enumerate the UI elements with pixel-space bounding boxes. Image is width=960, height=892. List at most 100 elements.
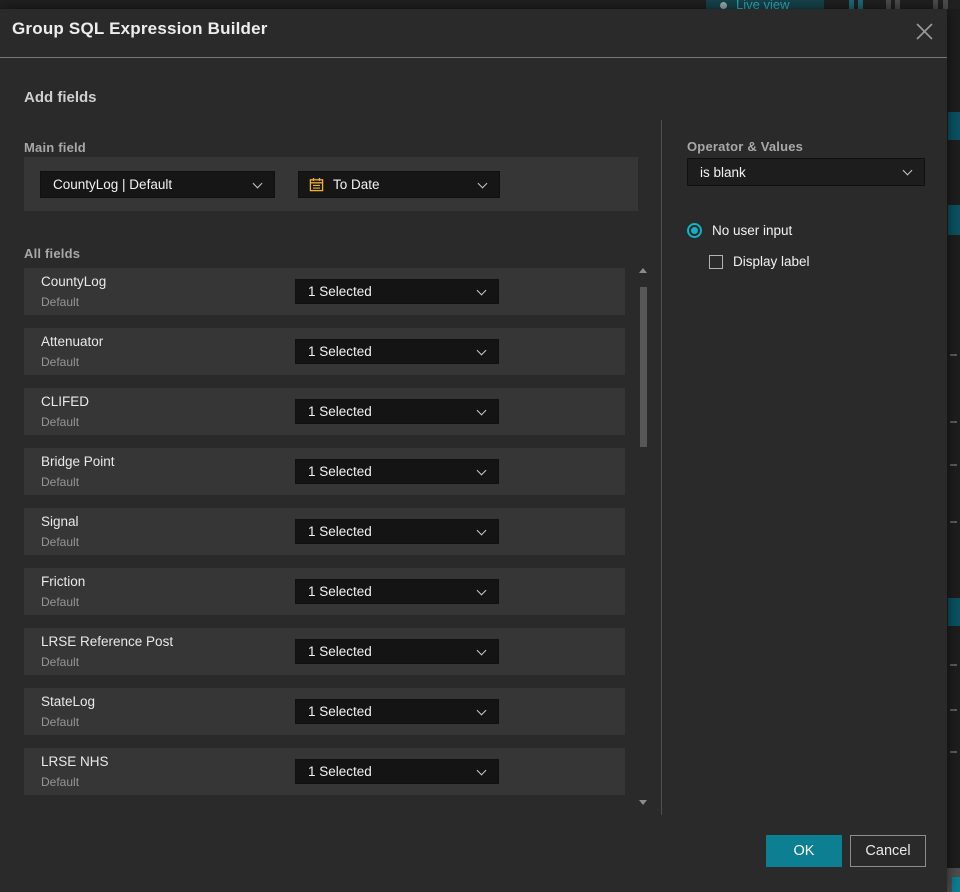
field-values-dropdown[interactable]: 1 Selected: [295, 459, 499, 484]
chevron-down-icon: [476, 705, 487, 715]
main-field-container: CountyLog | Default To Date: [24, 157, 638, 211]
field-row-bridge-point: Bridge Point Default 1 Selected: [24, 448, 625, 495]
live-view-dot-icon: [720, 2, 727, 9]
chevron-down-icon: [476, 645, 487, 655]
field-row-lrse-reference-post: LRSE Reference Post Default 1 Selected: [24, 628, 625, 675]
field-name: Attenuator: [41, 334, 104, 349]
field-values-dropdown[interactable]: 1 Selected: [295, 279, 499, 304]
field-subtitle: Default: [41, 655, 80, 669]
field-name: Friction: [41, 574, 86, 589]
scrollbar-thumb[interactable]: [640, 287, 647, 447]
background-chip: [948, 205, 960, 235]
field-row-signal: Signal Default 1 Selected: [24, 508, 625, 555]
cancel-button[interactable]: Cancel: [850, 835, 926, 867]
toolbar-bar-icon: [849, 0, 854, 9]
chevron-down-icon: [476, 525, 487, 535]
chevron-down-icon: [476, 465, 487, 475]
title-divider: [0, 57, 947, 58]
toolbar-bar-icon: [933, 0, 938, 9]
field-subtitle: Default: [41, 415, 80, 429]
field-subtitle: Default: [41, 355, 80, 369]
operator-dropdown-value: is blank: [700, 164, 746, 180]
live-view-button: Live view: [706, 0, 824, 9]
chevron-down-icon: [477, 178, 488, 188]
field-values-dropdown[interactable]: 1 Selected: [295, 639, 499, 664]
field-name: CLIFED: [41, 394, 90, 409]
background-text-fragment: [950, 464, 957, 466]
live-view-label: Live view: [736, 0, 790, 9]
main-field-dropdown[interactable]: CountyLog | Default: [40, 171, 275, 198]
field-subtitle: Default: [41, 475, 80, 489]
field-subtitle: Default: [41, 775, 80, 789]
field-name: Signal: [41, 514, 79, 529]
chevron-down-icon: [476, 345, 487, 355]
add-fields-heading: Add fields: [24, 89, 97, 106]
radio-selected-icon: [687, 223, 702, 238]
field-name: Bridge Point: [41, 454, 115, 469]
dialog-title: Group SQL Expression Builder: [12, 19, 268, 38]
field-values-dropdown[interactable]: 1 Selected: [295, 699, 499, 724]
field-values-dropdown[interactable]: 1 Selected: [295, 519, 499, 544]
field-name: StateLog: [41, 694, 96, 709]
field-row-countylog: CountyLog Default 1 Selected: [24, 268, 625, 315]
ok-button[interactable]: OK: [766, 835, 842, 867]
scroll-up-arrow-icon[interactable]: [639, 268, 647, 273]
panel-divider: [661, 120, 662, 815]
background-chip: [948, 112, 960, 140]
chevron-down-icon: [476, 285, 487, 295]
scroll-down-arrow-icon[interactable]: [639, 800, 647, 805]
field-values-dropdown[interactable]: 1 Selected: [295, 399, 499, 424]
all-fields-label: All fields: [24, 246, 81, 261]
all-fields-list: CountyLog Default 1 Selected Attenuator …: [24, 268, 625, 808]
field-subtitle: Default: [41, 595, 80, 609]
chevron-down-icon: [902, 165, 913, 176]
display-label-checkbox[interactable]: Display label: [709, 254, 810, 269]
background-text-fragment: [950, 709, 957, 711]
background-text-fragment: [950, 751, 957, 753]
close-button[interactable]: [913, 20, 935, 42]
field-name: CountyLog: [41, 274, 107, 289]
toolbar-bar-icon: [886, 0, 891, 9]
list-scrollbar[interactable]: [639, 262, 648, 807]
group-sql-expression-builder-dialog: Group SQL Expression Builder Add fields …: [0, 9, 947, 892]
operator-values-label: Operator & Values: [687, 139, 804, 154]
date-dropdown-value: To Date: [333, 177, 380, 192]
field-values-dropdown[interactable]: 1 Selected: [295, 339, 499, 364]
main-field-dropdown-value: CountyLog | Default: [53, 177, 173, 192]
checkbox-label: Display label: [733, 254, 810, 269]
field-values-dropdown[interactable]: 1 Selected: [295, 759, 499, 784]
background-topbar: Live view: [0, 0, 960, 9]
toolbar-bar-icon: [858, 0, 863, 9]
chevron-down-icon: [476, 765, 487, 775]
field-name: LRSE NHS: [41, 754, 109, 769]
background-teal-sliver: [952, 877, 960, 892]
main-field-label: Main field: [24, 140, 86, 155]
field-subtitle: Default: [41, 295, 80, 309]
toolbar-bar-icon: [943, 0, 948, 9]
field-row-friction: Friction Default 1 Selected: [24, 568, 625, 615]
toolbar-bar-icon: [895, 0, 900, 9]
field-row-lrse-nhs: LRSE NHS Default 1 Selected: [24, 748, 625, 795]
background-text-fragment: [950, 664, 957, 666]
field-row-clifed: CLIFED Default 1 Selected: [24, 388, 625, 435]
background-chip: [948, 598, 960, 626]
field-values-dropdown[interactable]: 1 Selected: [295, 579, 499, 604]
chevron-down-icon: [252, 178, 263, 188]
chevron-down-icon: [476, 405, 487, 415]
background-bottom-strip: [947, 868, 960, 892]
background-text-fragment: [950, 354, 957, 356]
checkbox-unchecked-icon: [709, 254, 723, 269]
close-icon: [915, 22, 933, 40]
field-row-attenuator: Attenuator Default 1 Selected: [24, 328, 625, 375]
field-subtitle: Default: [41, 535, 80, 549]
chevron-down-icon: [476, 585, 487, 595]
field-name: LRSE Reference Post: [41, 634, 174, 649]
no-user-input-radio[interactable]: No user input: [687, 223, 792, 238]
main-field-date-dropdown[interactable]: To Date: [298, 171, 500, 198]
field-subtitle: Default: [41, 715, 80, 729]
field-row-statelog: StateLog Default 1 Selected: [24, 688, 625, 735]
calendar-icon: [309, 177, 324, 192]
screen: Live view Group SQL Expression Builder A…: [0, 0, 960, 892]
operator-dropdown[interactable]: is blank: [687, 158, 925, 186]
background-text-fragment: [950, 521, 957, 523]
